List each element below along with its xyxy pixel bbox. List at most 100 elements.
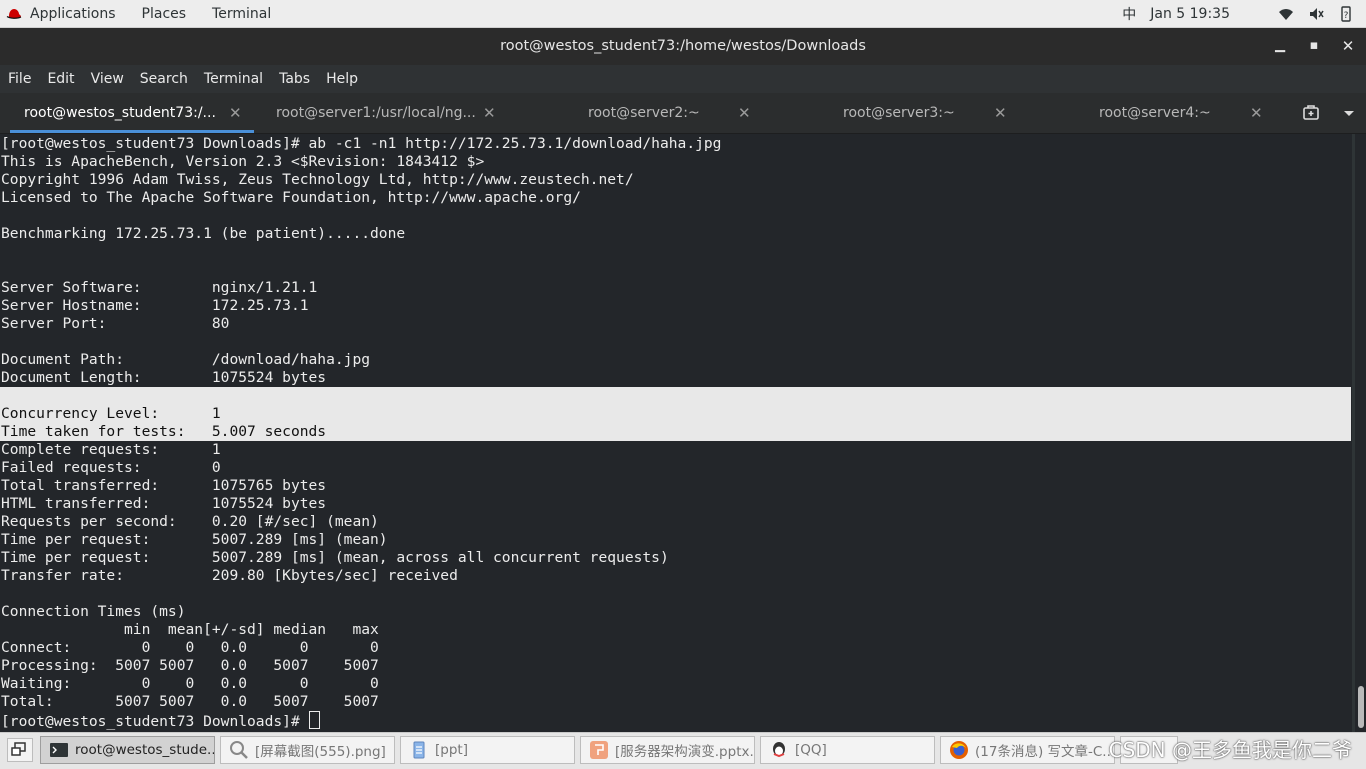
- power-icon[interactable]: ?: [1338, 5, 1354, 22]
- csdn-watermark: CSDN @王多鱼我是你二爷: [1108, 738, 1352, 762]
- close-window-button[interactable]: ✕: [1339, 37, 1357, 55]
- window-title: root@westos_student73:/home/westos/Downl…: [500, 38, 866, 54]
- menu-edit[interactable]: Edit: [47, 71, 74, 87]
- terminal-icon: [50, 743, 68, 757]
- tab-server4[interactable]: root@server4:~ ✕: [1022, 93, 1278, 133]
- terminal-line: [root@westos_student73 Downloads]# ab -c…: [1, 135, 722, 152]
- taskbar-item-qq[interactable]: [QQ]: [760, 736, 935, 764]
- new-tab-icon[interactable]: [1302, 104, 1320, 122]
- terminal-line: Concurrency Level: 1: [1, 405, 221, 422]
- volume-icon[interactable]: [1308, 6, 1324, 22]
- tabs-dropdown-chevron-down-icon[interactable]: [1342, 106, 1356, 120]
- terminal-line: Document Length: 1075524 bytes: [1, 369, 327, 386]
- menu-help[interactable]: Help: [326, 71, 358, 87]
- menu-tabs[interactable]: Tabs: [279, 71, 310, 87]
- terminal-line: min mean[+/-sd] median max: [1, 621, 379, 638]
- taskbar-item-terminal[interactable]: root@westos_stude...: [40, 736, 215, 764]
- tab-server1[interactable]: root@server1:/usr/local/ng... ✕: [254, 93, 510, 133]
- document-icon: [413, 741, 425, 759]
- applications-menu[interactable]: Applications: [6, 6, 116, 22]
- tab-bar: root@westos_student73:/... ✕ root@server…: [0, 93, 1366, 134]
- window-list-taskbar: root@westos_stude... [屏幕截图(555).png] [pp…: [0, 732, 1366, 769]
- terminal-line: Time per request: 5007.289 [ms] (mean, a…: [1, 549, 669, 566]
- minimize-button[interactable]: ▁: [1271, 37, 1289, 55]
- top-panel: Applications Places Terminal 中 Jan 5 19:…: [0, 0, 1366, 28]
- taskbar-label: [QQ]: [795, 742, 827, 758]
- places-label: Places: [141, 5, 187, 22]
- terminal-app-menu[interactable]: Terminal: [212, 6, 271, 22]
- tab-label: root@westos_student73:/...: [24, 105, 216, 121]
- terminal-line: Copyright 1996 Adam Twiss, Zeus Technolo…: [1, 171, 634, 188]
- menu-search[interactable]: Search: [140, 71, 188, 87]
- tab-local[interactable]: root@westos_student73:/... ✕: [10, 93, 254, 133]
- input-method-indicator[interactable]: 中: [1122, 4, 1136, 24]
- tab-close-icon[interactable]: ✕: [483, 93, 496, 133]
- maximize-button[interactable]: ▪: [1305, 37, 1323, 55]
- tab-label: root@server4:~: [1099, 105, 1211, 121]
- qq-icon: [773, 742, 785, 758]
- firefox-icon: [950, 741, 968, 759]
- applications-label: Applications: [30, 5, 116, 22]
- terminal-line: Connection Times (ms): [1, 603, 186, 620]
- taskbar-label: root@westos_stude...: [75, 742, 214, 758]
- show-desktop-button[interactable]: [7, 738, 33, 762]
- wifi-icon[interactable]: [1278, 6, 1294, 22]
- menu-file[interactable]: File: [8, 71, 31, 87]
- terminal-line: Connect: 0 0 0.0 0 0: [1, 639, 379, 656]
- clock[interactable]: Jan 5 19:35: [1150, 6, 1230, 22]
- terminal-scrollbar[interactable]: [1355, 134, 1366, 732]
- presentation-icon: [590, 741, 608, 759]
- terminal-line: Document Path: /download/haha.jpg: [1, 351, 371, 368]
- terminal-line: Total: 5007 5007 0.0 5007 5007: [1, 693, 379, 710]
- places-menu[interactable]: Places: [142, 6, 187, 22]
- tab-label: root@server2:~: [588, 105, 700, 121]
- tab-label: root@server3:~: [843, 105, 955, 121]
- image-viewer-icon: [230, 741, 248, 759]
- terminal-line: Time per request: 5007.289 [ms] (mean): [1, 531, 388, 548]
- tab-label: root@server1:/usr/local/ng...: [276, 105, 476, 121]
- menu-terminal[interactable]: Terminal: [204, 71, 263, 87]
- scrollbar-thumb[interactable]: [1358, 686, 1364, 728]
- terminal-line: Server Software: nginx/1.21.1: [1, 279, 318, 296]
- terminal-line: Licensed to The Apache Software Foundati…: [1, 189, 581, 206]
- tab-close-icon[interactable]: ✕: [994, 93, 1007, 133]
- tab-server3[interactable]: root@server3:~ ✕: [766, 93, 1022, 133]
- terminal-line: This is ApacheBench, Version 2.3 <$Revis…: [1, 153, 485, 170]
- tab-server2[interactable]: root@server2:~ ✕: [510, 93, 766, 133]
- shell-prompt: [root@westos_student73 Downloads]#: [1, 713, 309, 730]
- redhat-logo-icon: [6, 8, 22, 19]
- terminal-line: Waiting: 0 0 0.0 0 0: [1, 675, 379, 692]
- terminal-line: Server Port: 80: [1, 315, 230, 332]
- taskbar-item-image-viewer[interactable]: [屏幕截图(555).png]: [220, 736, 395, 764]
- taskbar-label: (17条消息) 写文章-C...: [975, 744, 1114, 760]
- terminal-line: HTML transferred: 1075524 bytes: [1, 495, 327, 512]
- menubar: File Edit View Search Terminal Tabs Help: [0, 65, 1366, 93]
- terminal-output[interactable]: [root@westos_student73 Downloads]# ab -c…: [0, 134, 1352, 732]
- tab-close-icon[interactable]: ✕: [229, 93, 242, 133]
- tab-close-icon[interactable]: ✕: [1250, 93, 1263, 133]
- taskbar-label: [ppt]: [435, 742, 468, 758]
- terminal-line: Failed requests: 0: [1, 459, 221, 476]
- terminal-menu-label: Terminal: [212, 5, 272, 22]
- terminal-prompt-line[interactable]: [root@westos_student73 Downloads]#: [1, 711, 320, 730]
- terminal-line: Complete requests: 1: [1, 441, 221, 458]
- terminal-line: Requests per second: 0.20 [#/sec] (mean): [1, 513, 379, 530]
- terminal-line: Processing: 5007 5007 0.0 5007 5007: [1, 657, 379, 674]
- terminal-line: Total transferred: 1075765 bytes: [1, 477, 327, 494]
- taskbar-item-ppt-folder[interactable]: [ppt]: [400, 736, 575, 764]
- active-tab-indicator: [10, 130, 254, 133]
- terminal-line: Transfer rate: 209.80 [Kbytes/sec] recei…: [1, 567, 458, 584]
- svg-text:?: ?: [1344, 11, 1349, 21]
- menu-view[interactable]: View: [91, 71, 124, 87]
- taskbar-item-firefox[interactable]: (17条消息) 写文章-C...: [940, 736, 1115, 764]
- window-titlebar[interactable]: root@westos_student73:/home/westos/Downl…: [0, 28, 1366, 65]
- tab-close-icon[interactable]: ✕: [738, 93, 751, 133]
- taskbar-label: [服务器架构演变.pptx...: [615, 744, 754, 760]
- terminal-line: Time taken for tests: 5.007 seconds: [1, 423, 327, 440]
- workspace-icon: [11, 742, 26, 756]
- taskbar-item-pptx[interactable]: [服务器架构演变.pptx...: [580, 736, 755, 764]
- terminal-line: Benchmarking 172.25.73.1 (be patient)...…: [1, 225, 406, 242]
- terminal-line: Server Hostname: 172.25.73.1: [1, 297, 309, 314]
- text-cursor: [308, 711, 320, 729]
- taskbar-label: [屏幕截图(555).png]: [255, 744, 386, 760]
